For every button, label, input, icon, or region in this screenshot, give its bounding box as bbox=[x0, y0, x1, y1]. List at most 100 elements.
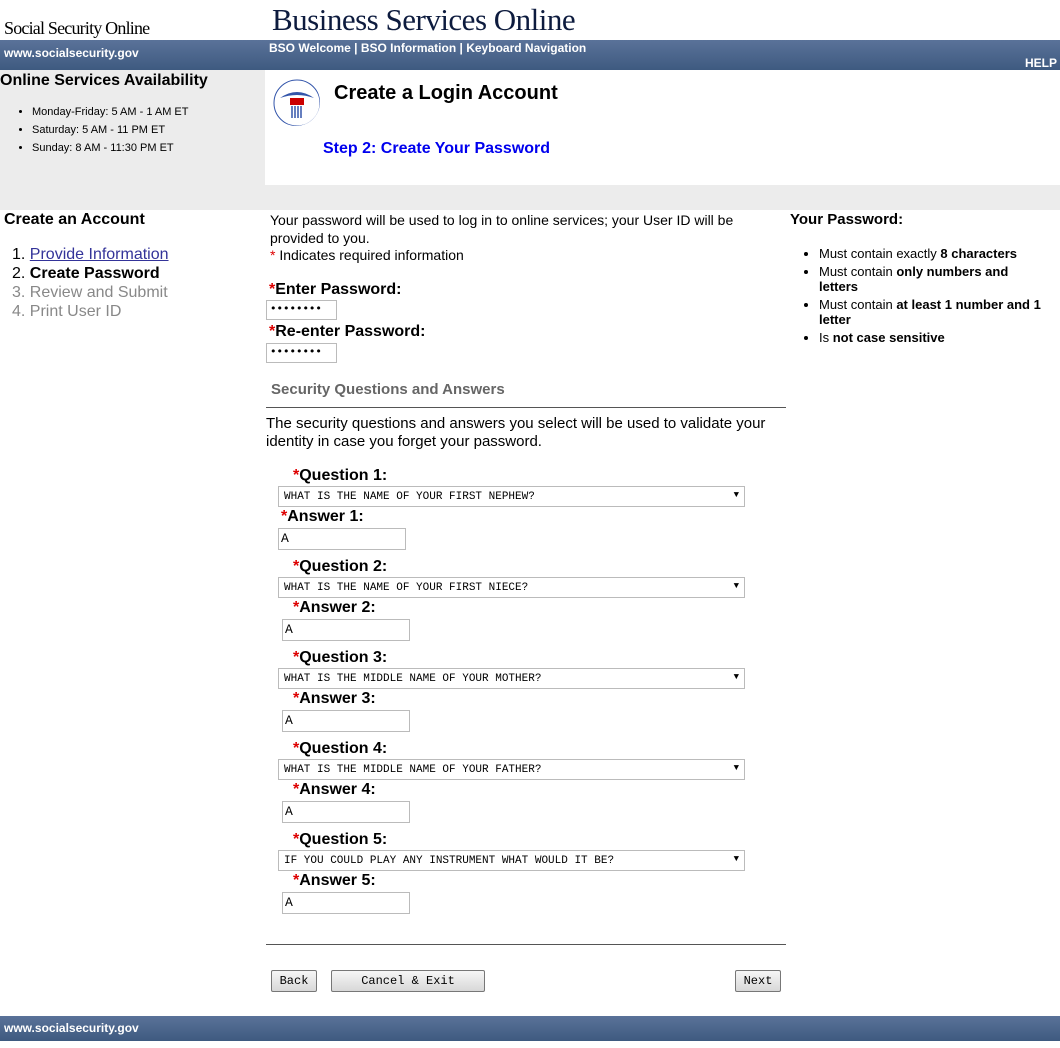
reenter-password-input[interactable]: •••••••• bbox=[266, 343, 337, 363]
question-3-label: *Question 3: bbox=[293, 649, 387, 667]
label-text: Answer 4: bbox=[299, 781, 376, 798]
nav-keyboard-navigation[interactable]: Keyboard Navigation bbox=[466, 41, 586, 55]
availability-item: Saturday: 5 AM - 11 PM ET bbox=[32, 124, 189, 136]
intro-text: Your password will be used to log in to … bbox=[270, 212, 734, 246]
site-logo[interactable]: Social Security Online bbox=[4, 18, 150, 39]
top-nav: BSO Welcome | BSO Information | Keyboard… bbox=[269, 41, 587, 55]
availability-list: Monday-Friday: 5 AM - 1 AM ET Saturday: … bbox=[14, 106, 189, 160]
rule-item: Must contain at least 1 number and 1 let… bbox=[819, 297, 1050, 327]
required-mark: * bbox=[270, 247, 276, 263]
rule-text: Must contain bbox=[819, 297, 897, 312]
step-label: Review and Submit bbox=[29, 284, 168, 301]
label-text: Answer 1: bbox=[287, 508, 364, 525]
question-3-select[interactable]: WHAT IS THE MIDDLE NAME OF YOUR MOTHER? ▼ bbox=[278, 668, 745, 689]
divider bbox=[266, 407, 786, 408]
password-label: *Enter Password: bbox=[269, 281, 402, 299]
step-label: Print User ID bbox=[29, 303, 122, 320]
answer-1-label: *Answer 1: bbox=[281, 508, 364, 526]
page-title: Create a Login Account bbox=[334, 82, 558, 104]
answer-4-input[interactable]: A bbox=[282, 801, 410, 823]
availability-item: Monday-Friday: 5 AM - 1 AM ET bbox=[32, 106, 189, 118]
question-4-select[interactable]: WHAT IS THE MIDDLE NAME OF YOUR FATHER? ▼ bbox=[278, 759, 745, 780]
footer-bar bbox=[0, 1016, 1060, 1041]
step-number: 1. bbox=[12, 246, 26, 263]
question-5-select[interactable]: IF YOU COULD PLAY ANY INSTRUMENT WHAT WO… bbox=[278, 850, 745, 871]
rule-text: Must contain exactly bbox=[819, 246, 941, 261]
provide-information-link[interactable]: Provide Information bbox=[30, 246, 169, 263]
back-button[interactable]: Back bbox=[271, 970, 317, 992]
rule-item: Must contain exactly 8 characters bbox=[819, 246, 1050, 261]
nav-bso-information[interactable]: BSO Information bbox=[361, 41, 456, 55]
selected-question: WHAT IS THE NAME OF YOUR FIRST NEPHEW? bbox=[284, 491, 535, 503]
question-2-label: *Question 2: bbox=[293, 558, 387, 576]
label-text: Answer 3: bbox=[299, 690, 376, 707]
rule-item: Is not case sensitive bbox=[819, 330, 1050, 345]
answer-1-input[interactable]: A bbox=[278, 528, 406, 550]
step-list: 1. Provide Information 2. Create Passwor… bbox=[12, 245, 169, 321]
password-rules: Your Password: Must contain exactly 8 ch… bbox=[790, 211, 1050, 348]
help-link[interactable]: HELP bbox=[1025, 56, 1057, 70]
answer-3-label: *Answer 3: bbox=[293, 690, 376, 708]
nav-bso-welcome[interactable]: BSO Welcome bbox=[269, 41, 351, 55]
rule-emphasis: not case sensitive bbox=[832, 330, 945, 345]
availability-title: Online Services Availability bbox=[0, 72, 208, 89]
selected-question: WHAT IS THE MIDDLE NAME OF YOUR FATHER? bbox=[284, 764, 542, 776]
selected-question: IF YOU COULD PLAY ANY INSTRUMENT WHAT WO… bbox=[284, 855, 615, 867]
question-2-select[interactable]: WHAT IS THE NAME OF YOUR FIRST NIECE? ▼ bbox=[278, 577, 745, 598]
step-number: 2. bbox=[12, 265, 26, 282]
dropdown-arrow-icon: ▼ bbox=[733, 672, 739, 682]
answer-5-label: *Answer 5: bbox=[293, 872, 376, 890]
availability-item: Sunday: 8 AM - 11:30 PM ET bbox=[32, 142, 189, 154]
divider bbox=[266, 944, 786, 945]
next-button[interactable]: Next bbox=[735, 970, 781, 992]
dropdown-arrow-icon: ▼ bbox=[733, 581, 739, 591]
step-item-create-password: 2. Create Password bbox=[12, 264, 169, 283]
question-1-select[interactable]: WHAT IS THE NAME OF YOUR FIRST NEPHEW? ▼ bbox=[278, 486, 745, 507]
step-number: 4. bbox=[12, 303, 26, 320]
rule-text: Must contain bbox=[819, 264, 897, 279]
label-text: Question 4: bbox=[299, 740, 388, 757]
dropdown-arrow-icon: ▼ bbox=[733, 490, 739, 500]
answer-5-input[interactable]: A bbox=[282, 892, 410, 914]
selected-question: WHAT IS THE MIDDLE NAME OF YOUR MOTHER? bbox=[284, 673, 542, 685]
label-text: Question 3: bbox=[299, 649, 388, 666]
label-text: Question 2: bbox=[299, 558, 388, 575]
site-url-link[interactable]: www.socialsecurity.gov bbox=[4, 46, 139, 60]
ssa-seal-logo bbox=[273, 79, 320, 126]
rule-emphasis: 8 characters bbox=[940, 246, 1018, 261]
answer-2-input[interactable]: A bbox=[282, 619, 410, 641]
step-number: 3. bbox=[12, 284, 26, 301]
step-heading: Step 2: Create Your Password bbox=[323, 140, 551, 157]
required-note: * Indicates required information bbox=[270, 247, 464, 263]
required-note-text: Indicates required information bbox=[279, 247, 464, 263]
security-intro: The security questions and answers you s… bbox=[266, 415, 766, 450]
answer-3-input[interactable]: A bbox=[282, 710, 410, 732]
dropdown-arrow-icon: ▼ bbox=[733, 763, 739, 773]
question-4-label: *Question 4: bbox=[293, 740, 387, 758]
step-label: Create Password bbox=[29, 265, 160, 282]
answer-2-label: *Answer 2: bbox=[293, 599, 376, 617]
selected-question: WHAT IS THE NAME OF YOUR FIRST NIECE? bbox=[284, 582, 529, 594]
label-text: Answer 5: bbox=[299, 872, 376, 889]
reenter-password-label: *Re-enter Password: bbox=[269, 323, 426, 341]
label-text: Question 1: bbox=[299, 467, 388, 484]
label-text: Enter Password: bbox=[275, 281, 402, 298]
security-heading: Security Questions and Answers bbox=[271, 381, 505, 398]
question-1-label: *Question 1: bbox=[293, 467, 387, 485]
label-text: Answer 2: bbox=[299, 599, 376, 616]
sidebar-title: Create an Account bbox=[4, 211, 145, 228]
footer-site-url-link[interactable]: www.socialsecurity.gov bbox=[4, 1021, 139, 1035]
password-input[interactable]: •••••••• bbox=[266, 300, 337, 320]
label-text: Question 5: bbox=[299, 831, 388, 848]
rule-item: Must contain only numbers and letters bbox=[819, 264, 1050, 294]
step-item-print-user-id: 4. Print User ID bbox=[12, 302, 169, 321]
answer-4-label: *Answer 4: bbox=[293, 781, 376, 799]
dropdown-arrow-icon: ▼ bbox=[733, 854, 739, 864]
question-5-label: *Question 5: bbox=[293, 831, 387, 849]
rules-title: Your Password: bbox=[790, 211, 904, 228]
cancel-exit-button[interactable]: Cancel & Exit bbox=[331, 970, 485, 992]
rule-text: Is bbox=[819, 330, 833, 345]
step-item-provide-information[interactable]: 1. Provide Information bbox=[12, 245, 169, 264]
label-text: Re-enter Password: bbox=[275, 323, 426, 340]
step-item-review-submit: 3. Review and Submit bbox=[12, 283, 169, 302]
